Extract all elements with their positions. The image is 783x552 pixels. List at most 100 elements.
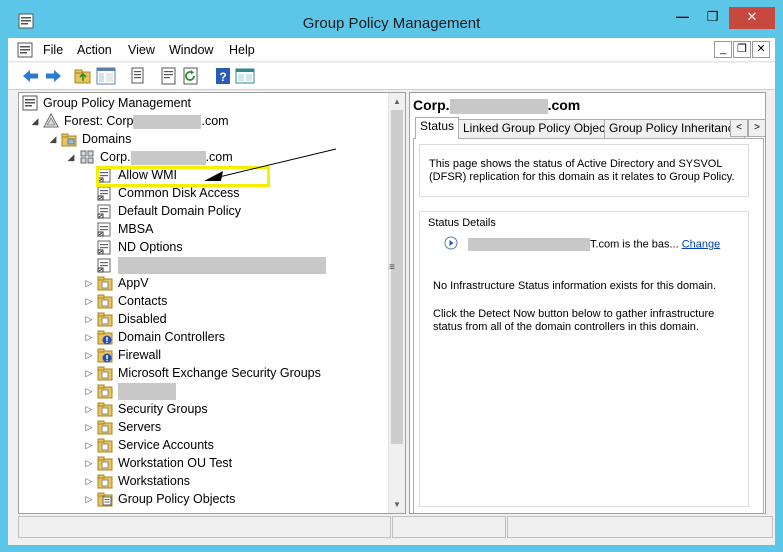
tree-item-label: Security Groups bbox=[118, 402, 208, 416]
scroll-thumb[interactable] bbox=[391, 110, 403, 444]
scroll-down-arrow-icon[interactable]: ▼ bbox=[389, 496, 405, 513]
back-icon[interactable] bbox=[21, 66, 41, 86]
properties-icon[interactable] bbox=[159, 66, 179, 86]
minimize-button[interactable]: — bbox=[669, 7, 696, 29]
window-title: Group Policy Management bbox=[302, 15, 481, 32]
collapse-arrow-icon[interactable]: ◢ bbox=[65, 148, 77, 166]
expand-arrow-icon[interactable]: ▷ bbox=[83, 364, 95, 382]
tab-gp-inheritance[interactable]: Group Policy Inheritance bbox=[604, 119, 746, 138]
mdi-restore-button[interactable]: ❐ bbox=[733, 41, 751, 58]
ou-folder-icon bbox=[97, 420, 113, 435]
ou-folder-icon bbox=[97, 276, 113, 291]
tree-item-label: AppV bbox=[118, 276, 149, 290]
domains-label: Domains bbox=[82, 132, 132, 146]
domain-details-title: Corp. .com bbox=[413, 97, 581, 114]
status-details-box: Status Details T.com is the bas... Chang… bbox=[419, 211, 749, 507]
baseline-dc-row: T.com is the bas... Change bbox=[444, 236, 721, 251]
expand-arrow-icon[interactable]: ▷ bbox=[83, 382, 95, 400]
expand-arrow-icon[interactable]: ▷ bbox=[83, 436, 95, 454]
collapse-arrow-icon[interactable]: ◢ bbox=[47, 130, 59, 148]
tab-linked-gpos[interactable]: Linked Group Policy Objects bbox=[458, 119, 620, 138]
gpo-link-icon bbox=[97, 204, 111, 219]
expand-arrow-icon[interactable]: ▷ bbox=[83, 472, 95, 490]
ou-folder-icon bbox=[97, 474, 113, 489]
status-description: This page shows the status of Active Dir… bbox=[429, 158, 735, 183]
help-icon[interactable]: ? bbox=[213, 66, 233, 86]
gpo-link-icon bbox=[97, 222, 111, 237]
tab-scroll-right-button[interactable]: > bbox=[748, 119, 765, 137]
refresh-icon[interactable] bbox=[181, 66, 201, 86]
tree-vertical-scrollbar[interactable]: ▲ ▼ bbox=[388, 93, 405, 513]
tree-item-label: Group Policy Objects bbox=[118, 492, 236, 506]
title-bar[interactable]: Group Policy Management — ❐ ✕ bbox=[0, 0, 783, 38]
ou-folder-blocked-icon bbox=[97, 330, 113, 345]
expand-arrow-icon[interactable]: ▷ bbox=[83, 274, 95, 292]
gpm-root-icon bbox=[22, 95, 38, 111]
tree-item-label: Service Accounts bbox=[118, 438, 214, 452]
baseline-dc-text: T.com is the bas... bbox=[590, 238, 679, 251]
gpo-link-icon bbox=[97, 258, 111, 273]
status-bar-cell-middle bbox=[392, 516, 506, 538]
menu-action[interactable]: Action bbox=[77, 43, 112, 57]
tree-root-label: Group Policy Management bbox=[43, 96, 191, 110]
tree-item-label: Domain Controllers bbox=[118, 330, 225, 344]
console-menu-icon[interactable] bbox=[17, 42, 33, 58]
collapse-arrow-icon[interactable]: ◢ bbox=[29, 112, 41, 130]
status-bar-cell-right bbox=[507, 516, 773, 538]
tab-status[interactable]: Status bbox=[415, 117, 460, 139]
menu-file[interactable]: File bbox=[43, 43, 63, 57]
gpo-link-icon bbox=[97, 240, 111, 255]
details-tabs: Status Linked Group Policy Objects Group… bbox=[413, 117, 765, 139]
expand-arrow-icon[interactable]: ▷ bbox=[83, 328, 95, 346]
tree-item-label: Contacts bbox=[118, 294, 168, 308]
toolbar: ? bbox=[8, 63, 775, 90]
redacted-tree-label bbox=[118, 382, 176, 401]
ou-folder-icon bbox=[97, 366, 113, 381]
ou-folder-blocked-icon bbox=[97, 348, 113, 363]
ou-folder-icon bbox=[97, 312, 113, 327]
tree-item-label: Disabled bbox=[118, 312, 167, 326]
copy-icon[interactable] bbox=[128, 66, 148, 86]
annotation-arrow bbox=[204, 148, 337, 181]
menu-view[interactable]: View bbox=[128, 43, 155, 57]
mdi-close-button[interactable]: ✕ bbox=[752, 41, 770, 58]
redacted-forest-name bbox=[133, 114, 202, 129]
ou-folder-icon bbox=[97, 402, 113, 417]
up-folder-icon[interactable] bbox=[73, 66, 93, 86]
gpo-link-icon bbox=[97, 186, 111, 201]
mdi-minimize-button[interactable]: _ bbox=[714, 41, 732, 58]
menu-help[interactable]: Help bbox=[229, 43, 255, 57]
redacted-tree-label bbox=[118, 256, 326, 275]
no-infrastructure-message: No Infrastructure Status information exi… bbox=[433, 280, 717, 292]
status-bar bbox=[16, 516, 775, 540]
app-window: Group Policy Management — ❐ ✕ File Actio… bbox=[0, 0, 783, 552]
tab-scroll-left-button[interactable]: < bbox=[730, 119, 748, 137]
tree-item-label: Workstations bbox=[118, 474, 191, 488]
menu-window[interactable]: Window bbox=[169, 43, 213, 57]
tree-item-label: Firewall bbox=[118, 348, 162, 362]
tree-item-label: MBSA bbox=[118, 222, 154, 236]
play-circle-icon[interactable] bbox=[444, 236, 458, 250]
forward-icon[interactable] bbox=[43, 66, 63, 86]
maximize-button[interactable]: ❐ bbox=[699, 7, 726, 29]
expand-arrow-icon[interactable]: ▷ bbox=[83, 346, 95, 364]
show-hide-tree-icon[interactable] bbox=[96, 66, 116, 86]
pane-splitter-grip[interactable]: ≡ bbox=[389, 262, 395, 274]
console-tree-pane[interactable]: Group Policy Management ◢ Forest: Corp .c… bbox=[18, 92, 406, 514]
expand-arrow-icon[interactable]: ▷ bbox=[83, 418, 95, 436]
tree-item-label: Default Domain Policy bbox=[118, 204, 241, 218]
expand-arrow-icon[interactable]: ▷ bbox=[83, 400, 95, 418]
detect-now-hint: Click the Detect Now button below to gat… bbox=[433, 308, 715, 333]
gpo-container-icon bbox=[97, 492, 113, 507]
expand-arrow-icon[interactable]: ▷ bbox=[83, 310, 95, 328]
expand-arrow-icon[interactable]: ▷ bbox=[83, 490, 95, 508]
close-button[interactable]: ✕ bbox=[729, 7, 775, 29]
scroll-up-arrow-icon[interactable]: ▲ bbox=[389, 93, 405, 110]
console-icon[interactable] bbox=[235, 66, 255, 86]
expand-arrow-icon[interactable]: ▷ bbox=[83, 292, 95, 310]
expand-arrow-icon[interactable]: ▷ bbox=[83, 454, 95, 472]
forest-label: Forest: Corp .com bbox=[64, 114, 229, 129]
redacted-title-domain bbox=[449, 98, 548, 114]
change-link[interactable]: Change bbox=[682, 238, 721, 250]
redacted-domain-name bbox=[130, 150, 206, 165]
